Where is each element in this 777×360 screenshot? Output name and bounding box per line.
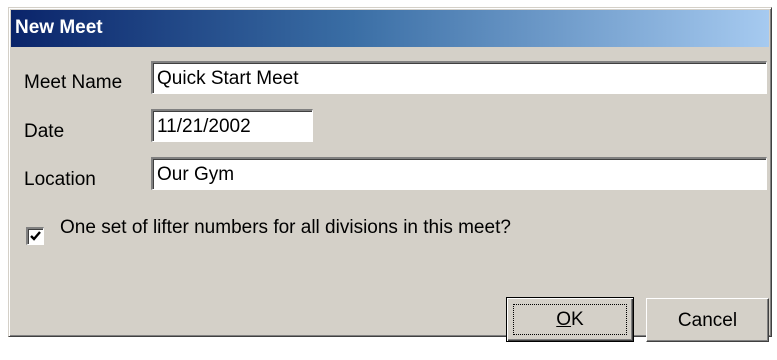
ok-button-label: OK xyxy=(556,309,583,330)
location-input[interactable] xyxy=(151,157,767,190)
date-input[interactable] xyxy=(151,109,313,142)
lifter-numbers-label[interactable]: One set of lifter numbers for all divisi… xyxy=(60,217,511,239)
title-bar[interactable]: New Meet xyxy=(11,10,769,47)
new-meet-dialog: New Meet Meet Name Date Location One set… xyxy=(8,7,772,342)
meet-name-input[interactable] xyxy=(151,61,767,94)
cancel-button[interactable]: Cancel xyxy=(646,298,769,342)
ok-label-rest: K xyxy=(571,309,584,330)
location-label: Location xyxy=(24,169,96,190)
ok-mnemonic: O xyxy=(556,309,572,330)
check-icon xyxy=(30,231,41,241)
date-label: Date xyxy=(24,121,65,142)
ok-button[interactable]: OK xyxy=(506,297,634,342)
dialog-title: New Meet xyxy=(15,17,103,38)
lifter-numbers-checkbox[interactable] xyxy=(26,227,44,245)
meet-name-label: Meet Name xyxy=(24,72,123,93)
